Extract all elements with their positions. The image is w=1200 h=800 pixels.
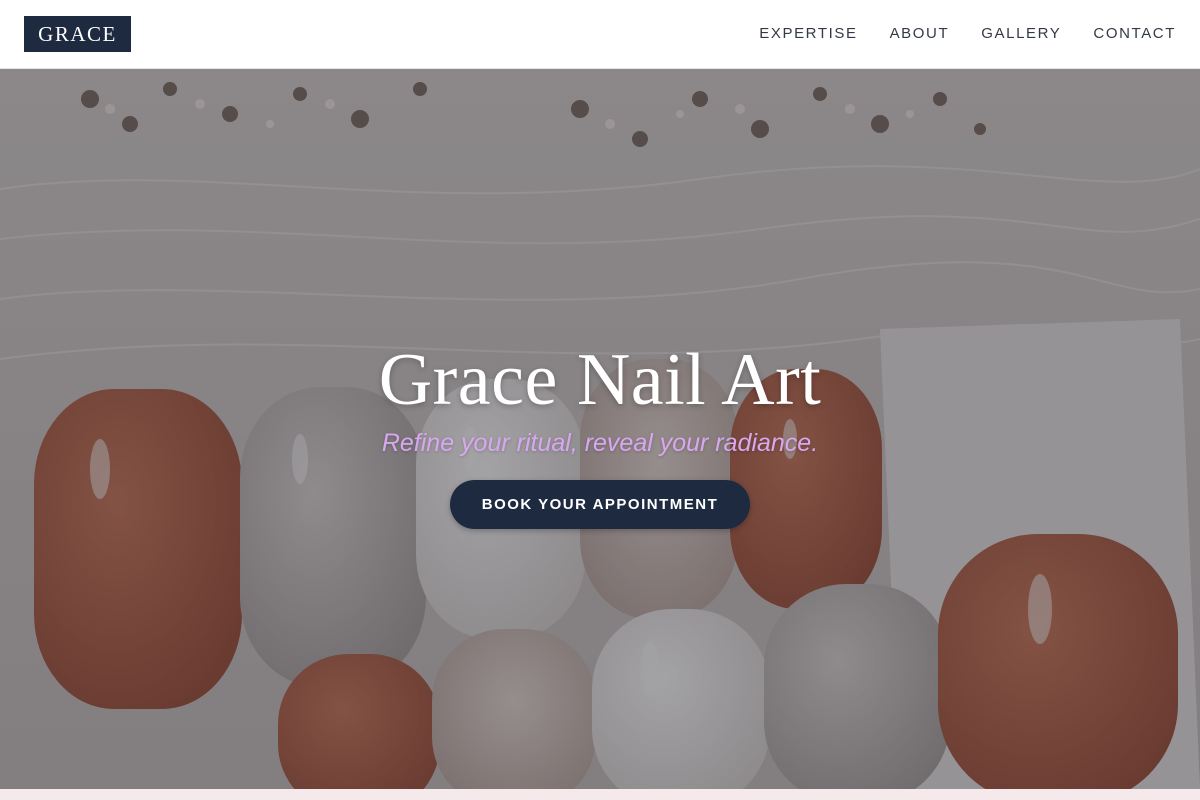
book-appointment-button[interactable]: BOOK YOUR APPOINTMENT: [450, 480, 750, 529]
nav-item-about: ABOUT: [890, 25, 950, 43]
nav-item-gallery: GALLERY: [981, 25, 1061, 43]
hero-subtitle: Refine your ritual, reveal your radiance…: [381, 429, 819, 457]
hero-title: Grace Nail Art: [378, 339, 822, 421]
hero-content: Grace Nail Art Refine your ritual, revea…: [0, 69, 1200, 789]
nav-link-contact[interactable]: CONTACT: [1093, 25, 1176, 42]
nav-link-gallery[interactable]: GALLERY: [981, 25, 1061, 42]
nav-item-expertise: EXPERTISE: [759, 25, 857, 43]
logo[interactable]: GRACE: [24, 16, 131, 52]
main-nav: EXPERTISE ABOUT GALLERY CONTACT: [759, 25, 1176, 43]
nav-link-about[interactable]: ABOUT: [890, 25, 950, 42]
section-divider: [0, 789, 1200, 800]
nav-item-contact: CONTACT: [1093, 25, 1176, 43]
nav-link-expertise[interactable]: EXPERTISE: [759, 25, 857, 42]
site-header: GRACE EXPERTISE ABOUT GALLERY CONTACT: [0, 0, 1200, 69]
hero-section: Grace Nail Art Refine your ritual, revea…: [0, 69, 1200, 789]
